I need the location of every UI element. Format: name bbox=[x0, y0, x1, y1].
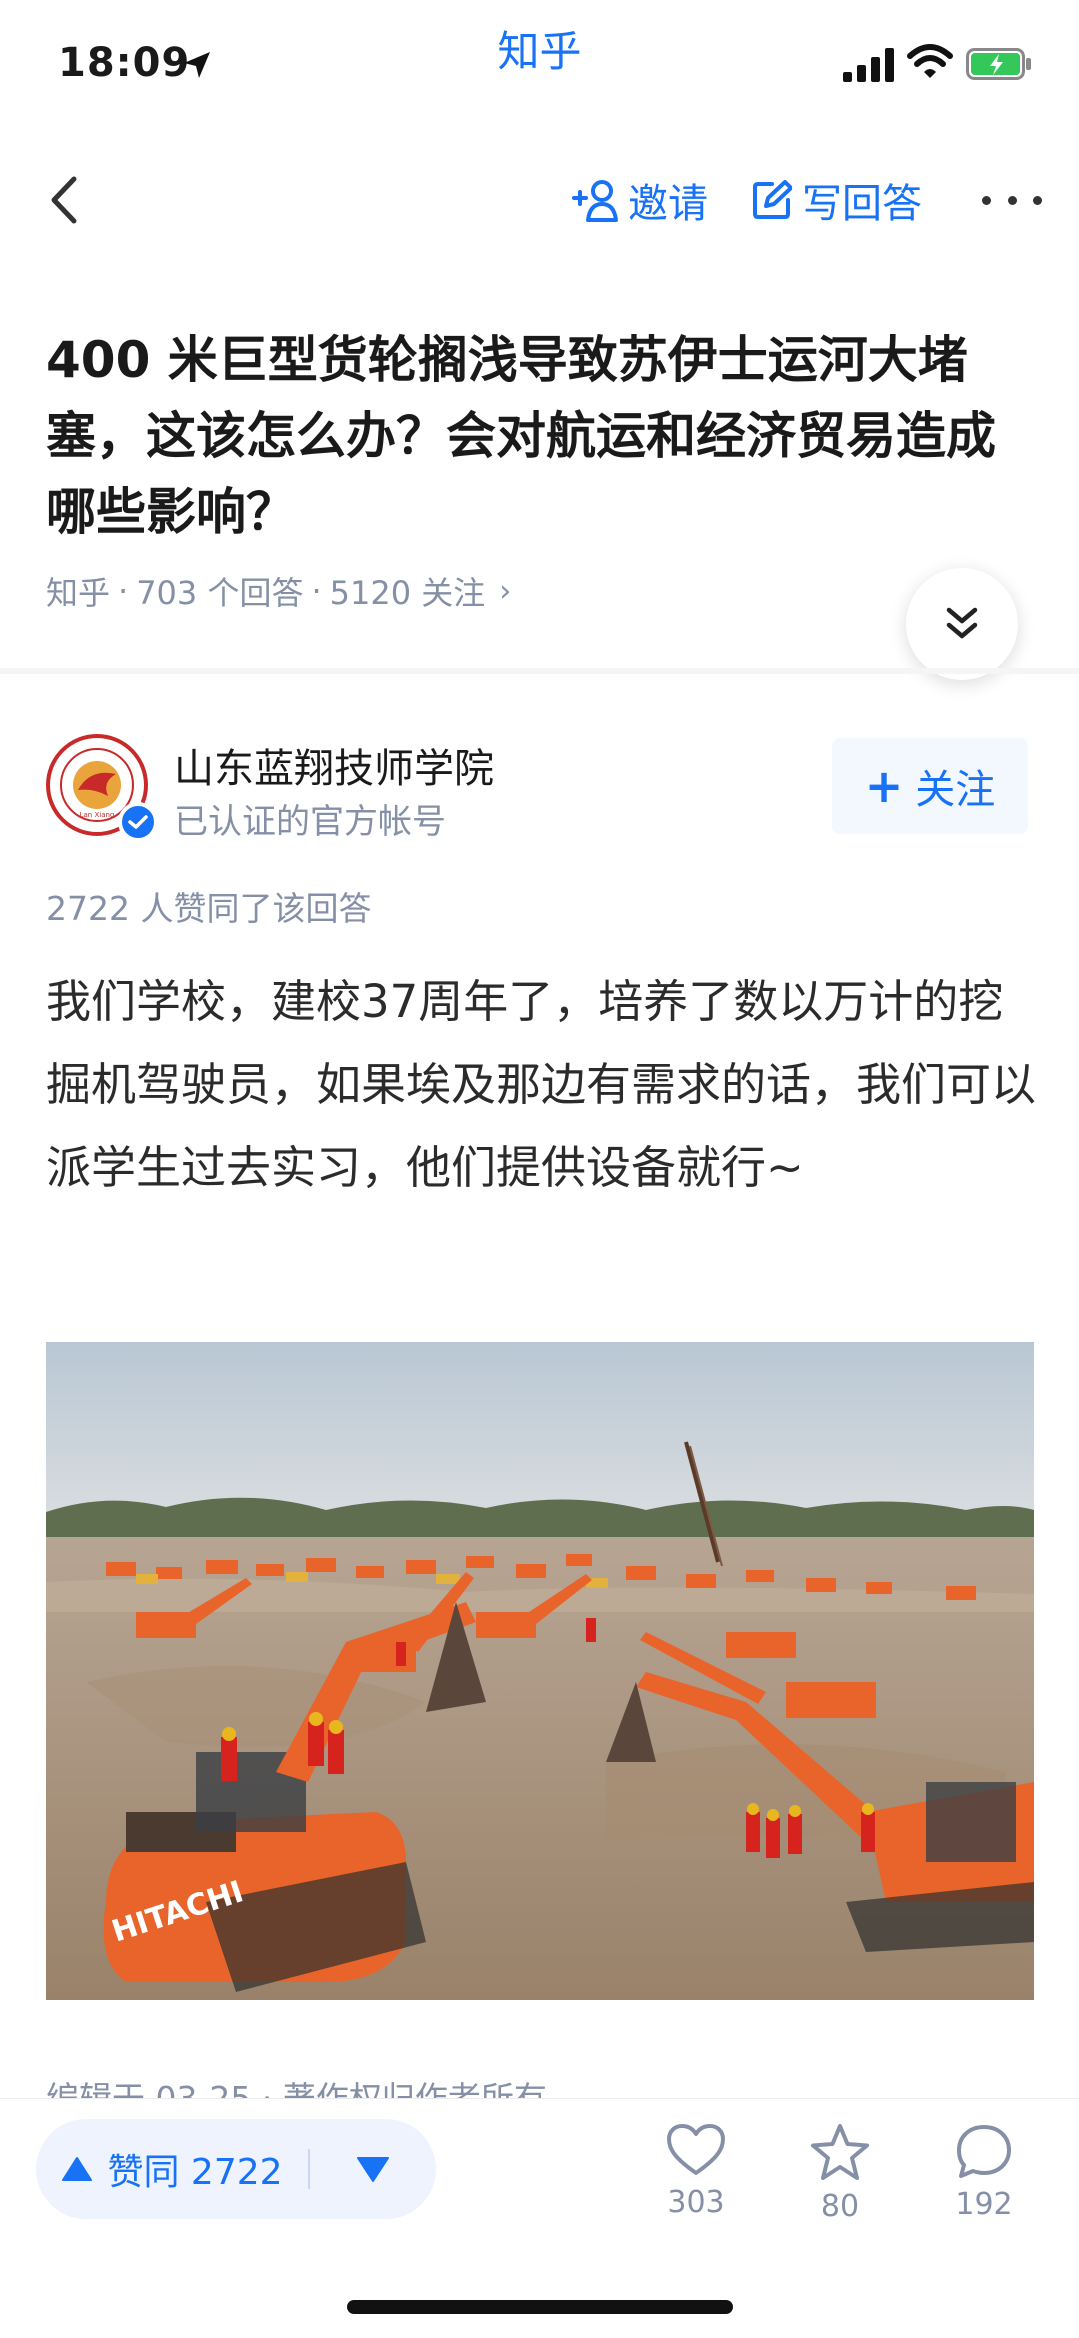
excavator-field-photo: HITACHI bbox=[46, 1342, 1034, 2000]
vote-summary: 2722 人赞同了该回答 bbox=[46, 889, 372, 928]
author-name[interactable]: 山东蓝翔技师学院 bbox=[174, 736, 494, 794]
top-nav-bar: 邀请 写回答 bbox=[0, 140, 1079, 260]
add-user-icon bbox=[572, 180, 618, 222]
question-title[interactable]: 400 米巨型货轮搁浅导致苏伊士运河大堵塞，这该怎么办？会对航运和经济贸易造成哪… bbox=[46, 322, 1026, 550]
question-follower-count: 5120 关注 bbox=[329, 574, 486, 612]
chevron-right-icon: › bbox=[499, 573, 512, 609]
collapse-button[interactable] bbox=[906, 568, 1018, 680]
write-answer-button[interactable]: 写回答 bbox=[752, 172, 922, 228]
answer-image[interactable]: HITACHI bbox=[46, 1342, 1034, 2000]
vote-pill: 赞同 2722 bbox=[36, 2119, 436, 2219]
status-bar: 18:09 知乎 bbox=[0, 0, 1079, 110]
question-meta[interactable]: 知乎 · 703 个回答 · 5120 关注 › bbox=[46, 568, 511, 614]
back-button[interactable] bbox=[40, 170, 86, 230]
like-count: 303 bbox=[667, 2185, 725, 2220]
home-indicator bbox=[347, 2300, 733, 2314]
invite-button[interactable]: 邀请 bbox=[572, 172, 708, 228]
comment-button[interactable]: 192 bbox=[929, 2123, 1039, 2233]
favorite-count: 80 bbox=[820, 2189, 860, 2224]
plus-icon: + bbox=[864, 759, 904, 813]
upvote-button[interactable]: 赞同 2722 bbox=[36, 2119, 308, 2219]
more-dots-icon bbox=[982, 195, 991, 205]
battery-charging-icon bbox=[966, 48, 1031, 80]
triangle-down-icon bbox=[357, 2157, 389, 2182]
double-chevron-down-icon bbox=[946, 607, 978, 639]
question-answer-count: 703 个回答 bbox=[136, 574, 304, 612]
answer-content: 我们学校，建校37周年了，培养了数以万计的挖掘机驾驶员，如果埃及那边有需求的话，… bbox=[46, 975, 1037, 1194]
section-divider bbox=[0, 668, 1079, 674]
verified-badge-icon bbox=[118, 802, 158, 842]
chevron-left-icon bbox=[51, 176, 77, 224]
downvote-button[interactable] bbox=[310, 2119, 436, 2219]
author-description: 已认证的官方帐号 bbox=[174, 802, 446, 842]
write-answer-label: 写回答 bbox=[802, 181, 922, 227]
like-button[interactable]: 303 bbox=[641, 2123, 751, 2233]
question-source: 知乎 bbox=[46, 574, 111, 612]
follow-label: 关注 bbox=[915, 767, 996, 813]
follow-button[interactable]: + 关注 bbox=[832, 738, 1028, 834]
wifi-icon bbox=[907, 44, 953, 78]
more-options-button[interactable] bbox=[982, 180, 1042, 220]
invite-label: 邀请 bbox=[628, 181, 708, 227]
comment-bubble-icon bbox=[957, 2125, 1011, 2178]
favorite-button[interactable]: 80 bbox=[785, 2123, 895, 2233]
edit-icon bbox=[753, 180, 792, 219]
star-icon bbox=[811, 2124, 869, 2180]
triangle-up-icon bbox=[62, 2157, 93, 2181]
upvote-label: 赞同 2722 bbox=[107, 2152, 283, 2193]
svg-text:Lan Xiang: Lan Xiang bbox=[80, 811, 115, 819]
comment-count: 192 bbox=[955, 2187, 1013, 2222]
heart-icon bbox=[667, 2124, 725, 2175]
cellular-signal-icon bbox=[843, 48, 894, 82]
